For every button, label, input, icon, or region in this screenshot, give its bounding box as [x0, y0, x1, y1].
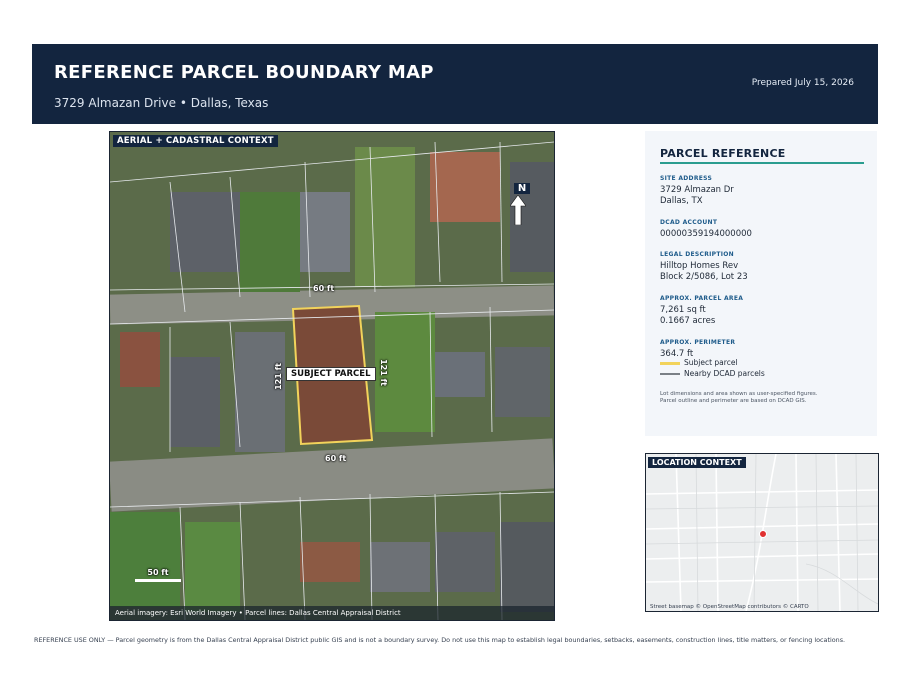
location-context-map[interactable]: LOCATION CONTEXT Street basemap © OpenSt…	[645, 453, 879, 612]
note-line1: Lot dimensions and area shown as user-sp…	[660, 391, 818, 397]
legend-nearby-label: Nearby DCAD parcels	[684, 369, 765, 378]
area-line1: 7,261 sq ft	[660, 305, 706, 315]
page-subtitle: 3729 Almazan Drive • Dallas, Texas	[54, 96, 269, 110]
note-line2: Parcel outline and perimeter are based o…	[660, 398, 807, 404]
dimension-top: 60 ft	[313, 284, 335, 293]
legal-line1: Hilltop Homes Rev	[660, 261, 739, 271]
site-address-key: SITE ADDRESS	[660, 175, 713, 182]
nearby-swatch	[660, 373, 680, 375]
dimension-bottom: 60 ft	[325, 454, 347, 463]
aerial-map[interactable]: AERIAL + CADASTRAL CONTEXT N 60 ft 60 ft…	[109, 131, 555, 621]
subject-parcel-label: SUBJECT PARCEL	[286, 367, 376, 381]
dimension-left: 121 ft	[273, 363, 283, 390]
account-value: 00000359194000000	[660, 229, 752, 239]
header: REFERENCE PARCEL BOUNDARY MAP 3729 Almaz…	[32, 44, 878, 124]
legend-subject: Subject parcel	[660, 358, 865, 367]
north-arrow: N	[510, 176, 534, 225]
legal-line2: Block 2/5086, Lot 23	[660, 272, 748, 282]
perimeter-field: APPROX. PERIMETER 364.7 ft	[660, 339, 865, 360]
scale-bar: 50 ft	[135, 568, 181, 582]
basemap-credit: Street basemap © OpenStreetMap contribut…	[650, 604, 809, 610]
street-basemap	[646, 454, 878, 611]
subject-location-marker	[759, 530, 767, 538]
page-title: REFERENCE PARCEL BOUNDARY MAP	[54, 62, 434, 83]
map-credit: Aerial imagery: Esri World Imagery • Par…	[110, 606, 554, 620]
map-context-label: AERIAL + CADASTRAL CONTEXT	[113, 135, 278, 147]
site-address-field: SITE ADDRESS 3729 Almazan Dr Dallas, TX	[660, 175, 865, 207]
dimension-right: 121 ft	[378, 359, 388, 386]
prepared-date: Prepared July 15, 2026	[751, 78, 854, 88]
perimeter-key: APPROX. PERIMETER	[660, 339, 736, 346]
site-address-line1: 3729 Almazan Dr	[660, 185, 734, 195]
area-line2: 0.1667 acres	[660, 316, 716, 326]
subject-swatch	[660, 361, 680, 365]
site-address-line2: Dallas, TX	[660, 196, 703, 206]
area-field: APPROX. PARCEL AREA 7,261 sq ft 0.1667 a…	[660, 295, 865, 327]
area-key: APPROX. PARCEL AREA	[660, 295, 744, 302]
legal-key: LEGAL DESCRIPTION	[660, 251, 735, 258]
location-context-label: LOCATION CONTEXT	[648, 457, 746, 468]
arrow-up-icon	[510, 195, 526, 225]
legal-description-field: LEGAL DESCRIPTION Hilltop Homes Rev Bloc…	[660, 251, 865, 283]
panel-note: Lot dimensions and area shown as user-sp…	[660, 391, 870, 405]
scale-label: 50 ft	[147, 568, 169, 577]
scale-bar-graphic	[135, 579, 181, 582]
disclaimer: REFERENCE USE ONLY — Parcel geometry is …	[34, 636, 846, 644]
account-field: DCAD ACCOUNT 00000359194000000	[660, 219, 865, 240]
north-label: N	[513, 183, 531, 194]
panel-title-rule	[660, 162, 864, 164]
parcel-reference-panel: PARCEL REFERENCE SITE ADDRESS 3729 Almaz…	[645, 131, 877, 436]
legend-subject-label: Subject parcel	[684, 358, 738, 367]
account-key: DCAD ACCOUNT	[660, 219, 718, 226]
panel-title: PARCEL REFERENCE	[660, 147, 786, 160]
legend-nearby: Nearby DCAD parcels	[660, 369, 865, 378]
